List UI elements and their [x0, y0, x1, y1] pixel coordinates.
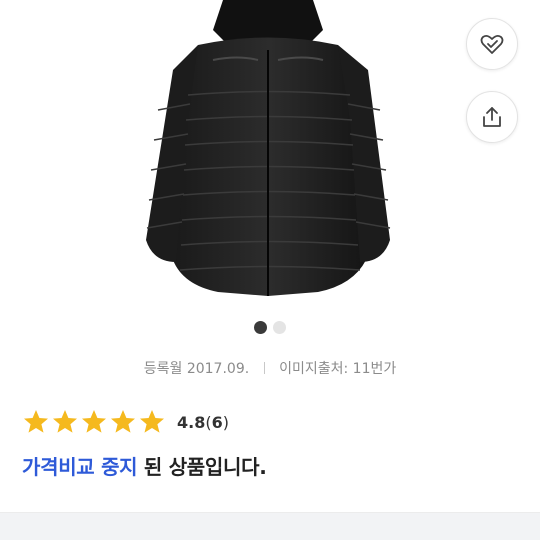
registered-month: 등록월 2017.09.	[143, 361, 250, 377]
notice-highlight: 가격비교 중지	[22, 455, 138, 479]
review-count-close: )	[222, 412, 229, 432]
carousel-dot[interactable]	[273, 321, 286, 334]
review-count-number: 6	[211, 412, 223, 432]
rating-stars	[22, 408, 167, 436]
wish-button[interactable]	[466, 18, 518, 70]
rating-row[interactable]: 4.8 (6)	[22, 408, 229, 436]
section-divider	[0, 512, 540, 540]
star-icon	[24, 410, 48, 433]
product-meta: 등록월 2017.09. 이미지출처: 11번가	[0, 358, 540, 378]
notice-text: 된 상품입니다.	[137, 455, 267, 479]
carousel-dot-active[interactable]	[254, 321, 267, 334]
rating-value: 4.8	[177, 412, 206, 432]
review-count[interactable]: (6)	[205, 413, 229, 432]
star-icon	[111, 410, 135, 433]
star-icon	[82, 410, 106, 433]
carousel-indicator	[0, 321, 540, 334]
price-compare-notice: 가격비교 중지 된 상품입니다.	[22, 451, 267, 480]
star-icon	[53, 410, 77, 433]
image-source: 이미지출처: 11번가	[279, 361, 397, 377]
heart-check-icon	[480, 34, 504, 54]
product-image-area[interactable]	[0, 0, 540, 315]
meta-divider	[263, 362, 265, 374]
share-icon	[483, 107, 501, 127]
star-icon	[140, 410, 164, 433]
product-image[interactable]	[118, 0, 418, 305]
share-button[interactable]	[466, 91, 518, 143]
